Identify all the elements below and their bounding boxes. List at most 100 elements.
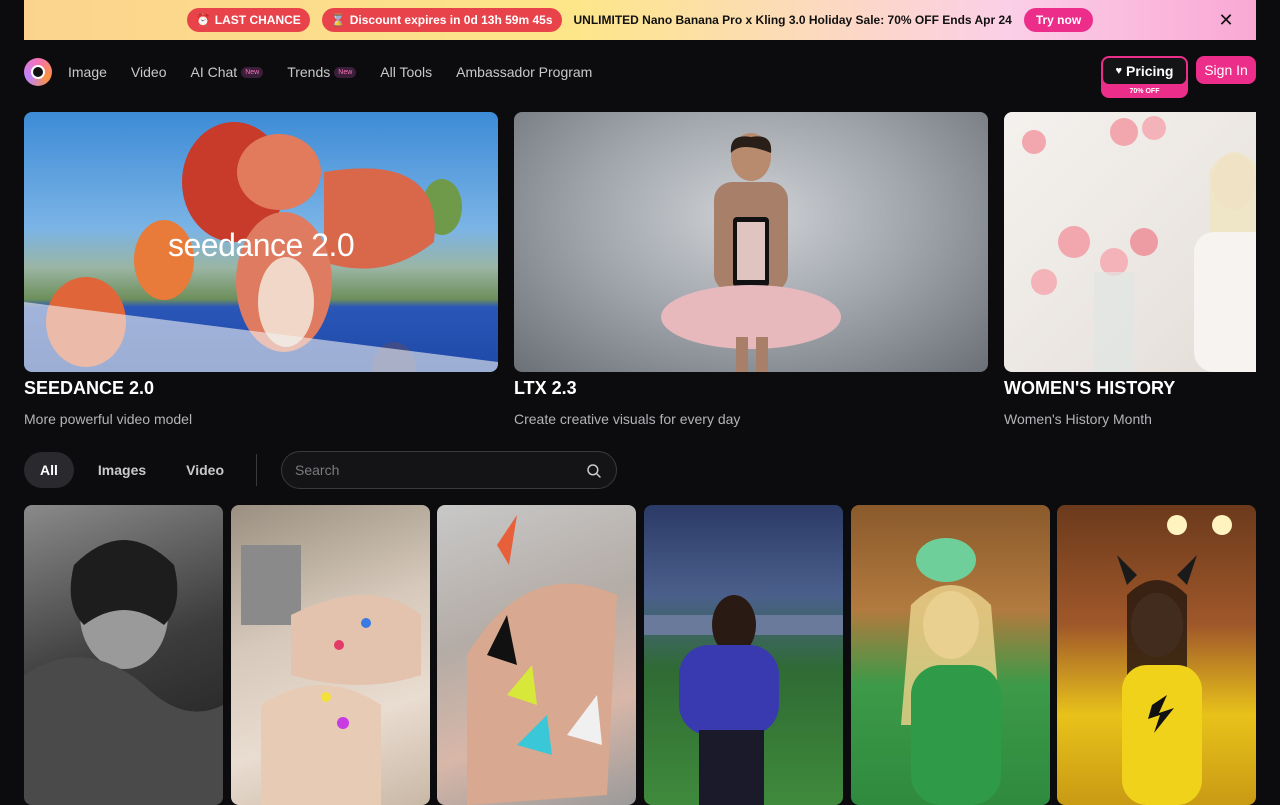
featured-card-ltx[interactable]: LTX 2.3 Create creative visuals for ever…	[514, 112, 988, 427]
hourglass-icon: ⌛	[330, 13, 346, 27]
pricing-button[interactable]: ♥ Pricing 70% OFF	[1101, 56, 1188, 98]
nav-item-ambassador-program[interactable]: Ambassador Program	[456, 64, 592, 80]
nav-item-video[interactable]: Video	[131, 64, 167, 80]
pricing-offer: 70% OFF	[1129, 88, 1160, 95]
divider	[256, 454, 258, 486]
woman-dress	[1194, 232, 1256, 372]
gallery-thumbnail	[467, 515, 617, 805]
alarm-clock-icon: ⏰	[195, 13, 211, 27]
sign-in-button[interactable]: Sign In	[1196, 56, 1256, 84]
card-title: SEEDANCE 2.0	[24, 378, 155, 398]
try-now-button[interactable]: Try now	[1023, 8, 1094, 32]
nav-item-label: AI Chat	[190, 64, 238, 80]
person-jacket	[679, 645, 779, 735]
woman-hair	[1209, 152, 1256, 232]
arm-shape	[24, 657, 223, 805]
featured-image	[1004, 112, 1256, 372]
close-icon[interactable]: ✕	[1216, 10, 1236, 30]
nail-dot	[321, 692, 331, 702]
seedance-overlay-text: seedance 2.0	[168, 227, 355, 263]
gallery-item[interactable]	[644, 505, 843, 805]
nav-item-label: All Tools	[380, 64, 433, 80]
phone-screen	[737, 222, 765, 280]
hand-shape	[291, 595, 421, 685]
lamp-shape	[1212, 515, 1232, 535]
nav-item-ai-chat[interactable]: AI Chat New	[190, 64, 264, 80]
nav-item-label: Image	[68, 64, 107, 80]
nav-item-trends[interactable]: Trends New	[287, 64, 357, 80]
rose-shape	[1031, 269, 1057, 295]
featured-image: seedance 2.0	[24, 112, 498, 372]
featured-card-womens-history[interactable]: WOMEN'S HISTORY Women's History Month	[1004, 112, 1256, 427]
pricing-label: Pricing	[1126, 63, 1174, 79]
person-pants	[699, 730, 764, 805]
gallery-grid	[24, 505, 1256, 805]
nav-item-all-tools[interactable]: All Tools	[380, 64, 432, 80]
nail-dot	[334, 640, 344, 650]
nav-item-label: Trends	[287, 64, 331, 80]
hand-shape	[261, 685, 381, 805]
search-box	[281, 451, 618, 489]
pricing-label-wrap: ♥ Pricing	[1103, 58, 1186, 84]
promo-banner: ⏰ LAST CHANCE ⌛ Discount expires in 0d 1…	[24, 0, 1256, 40]
nav-item-label: Ambassador Program	[456, 64, 593, 80]
top-nav: Image Video AI Chat New Trends New All Too…	[24, 56, 1256, 98]
rose-shape	[1130, 228, 1158, 256]
gallery-thumbnail	[901, 538, 1001, 805]
search-icon[interactable]	[585, 462, 603, 480]
hair-shape	[1127, 580, 1187, 675]
tab-video[interactable]: Video	[170, 452, 240, 488]
rose-shape	[1100, 248, 1128, 276]
person-leg	[736, 337, 748, 372]
machine-shape	[241, 545, 301, 625]
card-subtitle: Create creative visuals for every day	[514, 411, 741, 427]
gallery-thumbnail	[644, 595, 843, 805]
discount-timer-label: Discount expires in 0d 13h 59m 45s	[349, 13, 553, 27]
nav-item-label: Video	[130, 64, 167, 80]
gallery-item[interactable]	[437, 505, 636, 805]
rose-shape	[1022, 130, 1046, 154]
featured-image	[514, 112, 988, 372]
featured-carousel: seedance 2.0 SEEDANCE 2.0 More powerful …	[24, 112, 1256, 432]
lamp-shape	[1167, 515, 1187, 535]
nail-shape	[497, 515, 517, 565]
nail-dot	[337, 717, 349, 729]
ltx-illustration	[661, 133, 841, 372]
card-subtitle: More powerful video model	[24, 411, 193, 427]
rose-shape	[1110, 118, 1138, 146]
featured-card-seedance[interactable]: seedance 2.0 SEEDANCE 2.0 More powerful …	[24, 112, 498, 427]
filter-bar: All Images Video	[24, 451, 618, 489]
nav-item-image[interactable]: Image	[68, 64, 107, 80]
card-title: WOMEN'S HISTORY	[1004, 378, 1176, 398]
new-badge: New	[334, 66, 357, 78]
search-input[interactable]	[282, 452, 617, 488]
rose-shape	[1058, 226, 1090, 258]
gallery-item[interactable]	[1057, 505, 1256, 805]
tab-images[interactable]: Images	[82, 452, 162, 488]
rose-shape	[1142, 116, 1166, 140]
gallery-item[interactable]	[851, 505, 1050, 805]
nail-dot	[361, 618, 371, 628]
squirrel-head	[237, 134, 321, 210]
hand-shape	[467, 583, 617, 805]
card-subtitle: Women's History Month	[1004, 411, 1152, 427]
tutu-shape	[661, 285, 841, 349]
heart-icon: ♥	[1115, 65, 1123, 77]
vase-shape	[1094, 272, 1134, 372]
gallery-item[interactable]	[24, 505, 223, 805]
gallery-thumbnail	[1117, 515, 1232, 805]
costume-shape	[1122, 665, 1202, 805]
womens-history-illustration	[1022, 116, 1256, 372]
logo-icon	[31, 65, 45, 79]
last-chance-badge: ⏰ LAST CHANCE	[186, 8, 310, 32]
costume-shape	[911, 665, 1001, 805]
character-hat	[916, 538, 976, 582]
last-chance-label: LAST CHANCE	[214, 13, 301, 27]
logo[interactable]	[24, 58, 52, 86]
sale-text: UNLIMITED Nano Banana Pro x Kling 3.0 Ho…	[573, 13, 1012, 27]
gallery-thumbnail	[24, 540, 223, 805]
tab-all[interactable]: All	[24, 452, 74, 488]
gallery-item[interactable]	[231, 505, 430, 805]
person-leg	[756, 337, 768, 372]
discount-timer-badge: ⌛ Discount expires in 0d 13h 59m 45s	[321, 8, 562, 32]
